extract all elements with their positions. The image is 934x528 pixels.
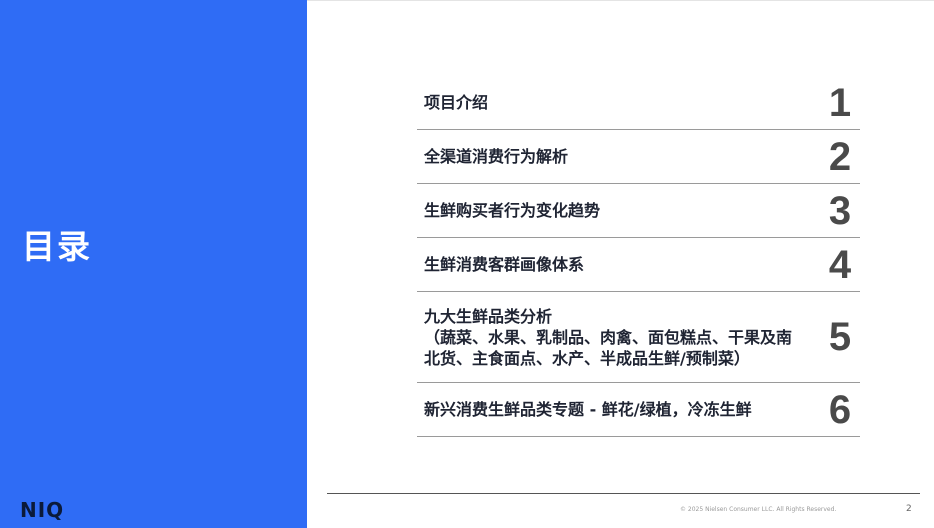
toc-item-label: 项目介绍	[424, 93, 489, 112]
page-title: 目录	[22, 227, 92, 266]
table-of-contents: 项目介绍 1 全渠道消费行为解析 2 生鲜购买者行为变化趋势 3 生鲜消费客群画…	[417, 76, 860, 437]
toc-item-3[interactable]: 生鲜购买者行为变化趋势 3	[417, 184, 860, 238]
toc-item-number: 5	[828, 315, 852, 359]
toc-item-label: 全渠道消费行为解析	[424, 147, 569, 166]
copyright-text: © 2025 Nielsen Consumer LLC. All Rights …	[680, 506, 837, 513]
toc-item-number: 2	[828, 134, 852, 179]
left-color-panel: 目录 NIQ	[0, 0, 307, 528]
toc-item-number: 6	[828, 387, 852, 432]
toc-item-1[interactable]: 项目介绍 1	[417, 76, 860, 130]
toc-item-4[interactable]: 生鲜消费客群画像体系 4	[417, 238, 860, 292]
niq-logo: NIQ	[20, 498, 65, 522]
toc-item-label: 生鲜消费客群画像体系	[424, 255, 585, 274]
toc-item-number: 1	[828, 80, 852, 125]
toc-item-number: 4	[828, 242, 852, 287]
toc-item-label: 新兴消费生鲜品类专题 - 鲜花/绿植，冷冻生鲜	[424, 400, 752, 419]
toc-item-5[interactable]: 九大生鲜品类分析 （蔬菜、水果、乳制品、肉禽、面包糕点、干果及南北货、主食面点、…	[417, 292, 860, 383]
page-number: 2	[906, 504, 912, 514]
toc-item-label: 生鲜购买者行为变化趋势	[424, 201, 601, 220]
toc-item-6[interactable]: 新兴消费生鲜品类专题 - 鲜花/绿植，冷冻生鲜 6	[417, 383, 860, 437]
footer-divider	[327, 493, 920, 494]
toc-item-2[interactable]: 全渠道消费行为解析 2	[417, 130, 860, 184]
toc-item-label: 九大生鲜品类分析 （蔬菜、水果、乳制品、肉禽、面包糕点、干果及南北货、主食面点、…	[424, 306, 793, 368]
toc-item-number: 3	[828, 188, 852, 233]
